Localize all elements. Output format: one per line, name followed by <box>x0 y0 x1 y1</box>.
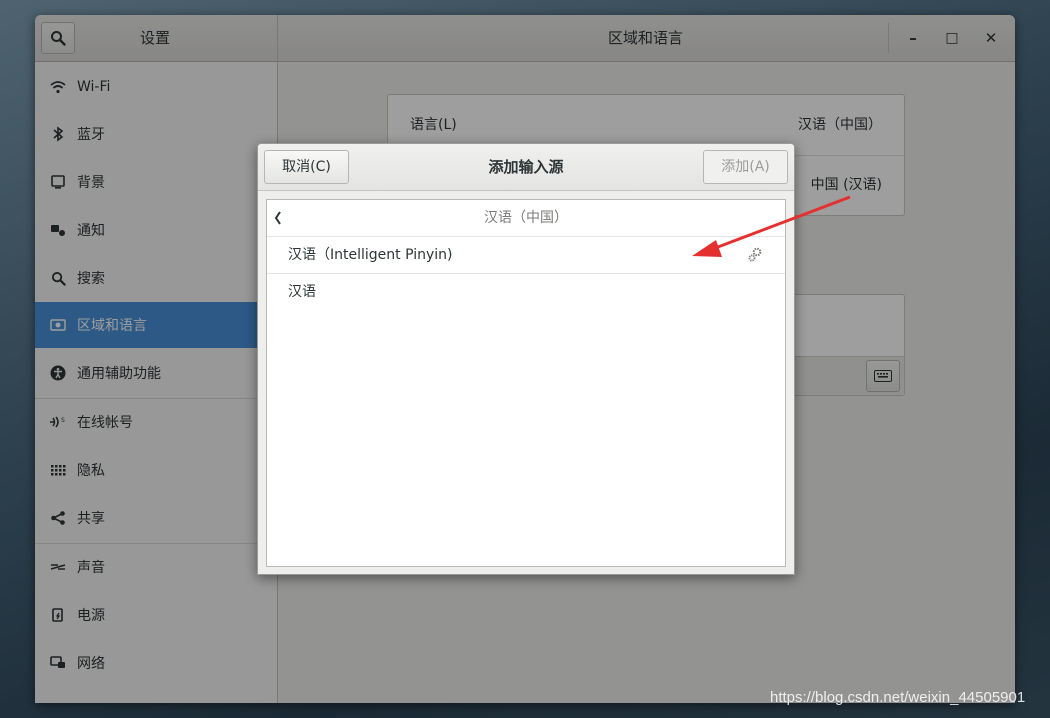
dialog-header: 取消(C) 添加输入源 添加(A) <box>258 144 794 191</box>
list-header-title: 汉语（中国） <box>484 210 568 226</box>
list-item[interactable]: 汉语（Intelligent Pinyin) <box>267 237 785 274</box>
input-source-list: 汉语（中国） 汉语（Intelligent Pinyin) 汉语 <box>266 199 786 567</box>
back-row[interactable]: 汉语（中国） <box>267 200 785 237</box>
add-input-source-dialog: 取消(C) 添加输入源 添加(A) 汉语（中国） 汉语（Intelligent … <box>257 143 795 575</box>
input-source-label: 汉语（Intelligent Pinyin) <box>288 247 453 263</box>
add-button[interactable]: 添加(A) <box>703 150 788 184</box>
watermark: https://blog.csdn.net/weixin_44505901 <box>770 689 1026 706</box>
list-item[interactable]: 汉语 <box>267 274 785 310</box>
cancel-button[interactable]: 取消(C) <box>264 150 349 184</box>
dialog-title: 添加输入源 <box>488 158 564 176</box>
input-source-label: 汉语 <box>288 284 316 300</box>
